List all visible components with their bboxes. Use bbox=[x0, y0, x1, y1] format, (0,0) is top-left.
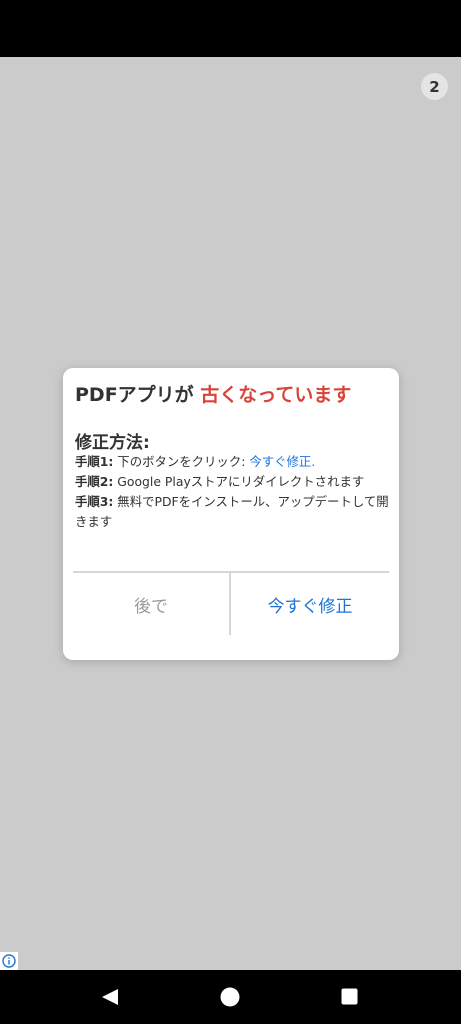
dialog-title-prefix: PDFアプリが bbox=[75, 384, 201, 406]
step-text: 下のボタンをクリック: bbox=[113, 454, 250, 469]
steps-list: 手順1: 下のボタンをクリック: 今すぐ修正. 手順2: Google Play… bbox=[75, 452, 391, 532]
fix-method-title: 修正方法: bbox=[75, 433, 150, 453]
screen: 2 PDFアプリが 古くなっています 修正方法: 手順1: 下のボタンをクリック… bbox=[0, 0, 461, 1024]
step-label: 手順3: bbox=[75, 494, 114, 509]
navigation-bar bbox=[0, 970, 461, 1024]
step-label: 手順1: bbox=[75, 454, 114, 469]
fix-now-button[interactable]: 今すぐ修正 bbox=[231, 573, 389, 635]
step-label: 手順2: bbox=[75, 474, 114, 489]
info-icon[interactable] bbox=[0, 952, 18, 970]
dialog-title-highlight: 古くなっています bbox=[200, 384, 352, 406]
step-text: 無料でPDFをインストール、アップデートして開きます bbox=[75, 494, 389, 529]
dialog-title: PDFアプリが 古くなっています bbox=[75, 380, 351, 407]
later-button[interactable]: 後で bbox=[73, 573, 229, 635]
status-bar bbox=[0, 0, 461, 57]
step-2: 手順2: Google Playストアにリダイレクトされます bbox=[75, 472, 391, 492]
outdated-app-dialog: PDFアプリが 古くなっています 修正方法: 手順1: 下のボタンをクリック: … bbox=[63, 368, 399, 660]
step-3: 手順3: 無料でPDFをインストール、アップデートして開きます bbox=[75, 492, 391, 532]
fix-now-link[interactable]: 今すぐ修正. bbox=[249, 454, 315, 469]
recents-square-icon[interactable] bbox=[341, 988, 358, 1005]
step-1: 手順1: 下のボタンをクリック: 今すぐ修正. bbox=[75, 452, 391, 472]
step-text: Google Playストアにリダイレクトされます bbox=[113, 474, 365, 489]
back-triangle-icon[interactable] bbox=[101, 988, 119, 1006]
home-circle-icon[interactable] bbox=[220, 987, 240, 1007]
counter-badge: 2 bbox=[421, 73, 448, 100]
